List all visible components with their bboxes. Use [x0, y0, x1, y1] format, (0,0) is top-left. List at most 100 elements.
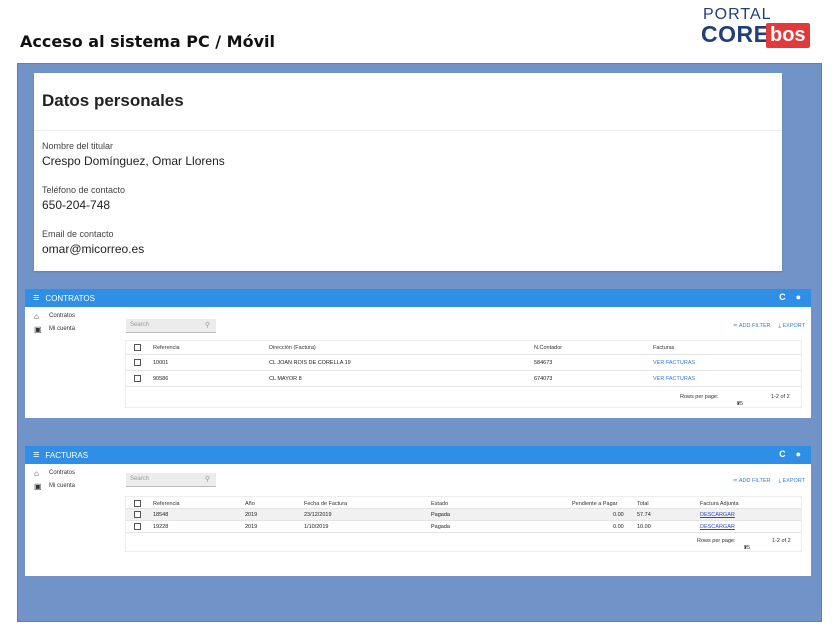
- sidebar-item-contratos[interactable]: ⌂ Contratos: [34, 311, 114, 321]
- column-header: Factura Adjunta: [700, 501, 739, 507]
- email-value: omar@micorreo.es: [42, 242, 145, 256]
- table-row[interactable]: 19228 2019 1/10/2019 Pagada 0.00 10.00 D…: [126, 521, 801, 533]
- search-icon: ⚲: [204, 476, 210, 483]
- add-filter-label: ADD FILTER: [738, 478, 771, 484]
- sidebar-item-label: Mi cuenta: [49, 483, 76, 489]
- search-input[interactable]: Search ⚲: [126, 473, 216, 487]
- export-label: EXPORT: [782, 323, 805, 329]
- column-header[interactable]: Dirección (Factura): [269, 345, 316, 351]
- contratos-table: Referencia Dirección (Factura) N.Contado…: [125, 340, 802, 408]
- cell-total: 57.74: [637, 512, 651, 518]
- sidebar-item-label: Contratos: [49, 470, 76, 476]
- menu-icon[interactable]: ≡: [33, 292, 39, 304]
- cell-estado: Pagada: [431, 512, 450, 518]
- column-header[interactable]: Estado: [431, 501, 448, 507]
- email-label: Email de contacto: [42, 229, 114, 239]
- sidebar-item-label: Mi cuenta: [49, 326, 76, 332]
- document-title: Acceso al sistema PC / Móvil: [20, 32, 275, 51]
- table-row[interactable]: 10001 CL JOAN ROIS DE CORELLA 19 584673 …: [126, 355, 801, 371]
- bank-icon: ⌂: [34, 311, 39, 321]
- row-checkbox[interactable]: [134, 511, 141, 518]
- cell-anio: 2019: [245, 524, 258, 530]
- select-all-checkbox[interactable]: [134, 344, 141, 351]
- contratos-appbar: ≡ CONTRATOS C ●: [25, 289, 811, 307]
- cell-fecha: 1/10/2019: [304, 524, 329, 530]
- cell-fecha: 23/12/2019: [304, 512, 332, 518]
- logo-bos-text: bos: [766, 23, 810, 48]
- facturas-table: Referencia Año Fecha de Factura Estado P…: [125, 496, 802, 552]
- descargar-link[interactable]: DESCARGAR: [700, 512, 735, 518]
- sidebar-item-contratos[interactable]: ⌂ Contratos: [34, 468, 114, 478]
- export-label: EXPORT: [782, 478, 805, 484]
- ver-facturas-link[interactable]: VER FACTURAS: [653, 360, 695, 366]
- phone-label: Teléfono de contacto: [42, 185, 126, 195]
- export-button[interactable]: ⤓ EXPORT: [779, 478, 805, 485]
- add-filter-button[interactable]: ≂ ADD FILTER: [733, 478, 771, 485]
- pagination: Rows per page: 25 ▾ 1-2 of 2: [126, 387, 801, 407]
- cell-referencia: 18548: [153, 512, 169, 518]
- cell-total: 10.00: [637, 524, 651, 530]
- table-row[interactable]: 90586 CL MAYOR 8 674073 VER FACTURAS: [126, 371, 801, 387]
- cell-pendiente: 0.00: [613, 512, 624, 518]
- table-header-row: Referencia Dirección (Factura) N.Contado…: [126, 341, 801, 355]
- refresh-icon[interactable]: C: [779, 292, 786, 302]
- page-range: 1-2 of 2: [772, 538, 791, 544]
- column-header[interactable]: Total: [637, 501, 649, 507]
- bank-icon: ⌂: [34, 468, 39, 478]
- facturas-panel: ≡ FACTURAS C ● ⌂ Contratos ▣ Mi cuenta Sea…: [25, 446, 811, 576]
- export-button[interactable]: ⤓ EXPORT: [779, 323, 805, 330]
- cell-estado: Pagada: [431, 524, 450, 530]
- cell-referencia: 19228: [153, 524, 169, 530]
- pagination: Rows per page: 25 ▾ 1-2 of 2: [126, 533, 801, 551]
- column-header[interactable]: N.Contador: [534, 345, 562, 351]
- cell-pendiente: 0.00: [613, 524, 624, 530]
- facturas-title: FACTURAS: [45, 450, 89, 460]
- contratos-sidenav: ⌂ Contratos ▣ Mi cuenta: [34, 311, 114, 337]
- personal-data-title: Datos personales: [34, 73, 782, 131]
- cell-anio: 2019: [245, 512, 258, 518]
- ver-facturas-link[interactable]: VER FACTURAS: [653, 376, 695, 382]
- descargar-link[interactable]: DESCARGAR: [700, 524, 735, 530]
- chevron-down-icon: ▾: [744, 545, 747, 551]
- holder-name-label: Nombre del titular: [42, 141, 114, 151]
- cell-direccion: CL MAYOR 8: [269, 376, 302, 382]
- cell-referencia: 90586: [153, 376, 169, 382]
- column-header[interactable]: Referencia: [153, 345, 180, 351]
- column-header[interactable]: Pendiente a Pagar: [572, 501, 618, 507]
- facturas-appbar: ≡ FACTURAS C ●: [25, 446, 811, 464]
- row-checkbox[interactable]: [134, 359, 141, 366]
- menu-icon[interactable]: ≡: [33, 449, 39, 461]
- search-placeholder: Search: [130, 322, 150, 328]
- cell-contador: 674073: [534, 376, 553, 382]
- table-row[interactable]: 18548 2019 23/12/2019 Pagada 0.00 57.74 …: [126, 509, 801, 521]
- page-range: 1-2 of 2: [771, 394, 790, 400]
- column-header[interactable]: Fecha de Factura: [304, 501, 347, 507]
- select-all-checkbox[interactable]: [134, 500, 141, 507]
- phone-value: 650-204-748: [42, 198, 111, 212]
- account-circle-icon[interactable]: ●: [796, 449, 801, 459]
- search-placeholder: Search: [130, 476, 150, 482]
- column-header: Facturas: [653, 345, 675, 351]
- person-icon: ▣: [34, 324, 42, 334]
- add-filter-label: ADD FILTER: [738, 323, 771, 329]
- table-header-row: Referencia Año Fecha de Factura Estado P…: [126, 497, 801, 509]
- account-circle-icon[interactable]: ●: [796, 292, 801, 302]
- personal-data-card: Datos personales Nombre del titular Cres…: [34, 73, 782, 271]
- contratos-panel: ≡ CONTRATOS C ● ⌂ Contratos ▣ Mi cuenta Se…: [25, 289, 811, 418]
- row-checkbox[interactable]: [134, 523, 141, 530]
- portal-corebos-logo: PORTAL CORE bos: [693, 6, 821, 48]
- sidebar-item-mi-cuenta[interactable]: ▣ Mi cuenta: [34, 324, 114, 334]
- cell-direccion: CL JOAN ROIS DE CORELLA 19: [269, 360, 351, 366]
- logo-core-text: CORE: [701, 21, 770, 47]
- column-header[interactable]: Referencia: [153, 501, 180, 507]
- row-checkbox[interactable]: [134, 375, 141, 382]
- contratos-title: CONTRATOS: [45, 293, 95, 303]
- refresh-icon[interactable]: C: [779, 449, 786, 459]
- holder-name-value: Crespo Domínguez, Omar Llorens: [42, 154, 225, 168]
- search-input[interactable]: Search ⚲: [126, 319, 216, 333]
- cell-contador: 584673: [534, 360, 553, 366]
- add-filter-button[interactable]: ≂ ADD FILTER: [733, 323, 771, 330]
- sidebar-item-mi-cuenta[interactable]: ▣ Mi cuenta: [34, 481, 114, 491]
- column-header[interactable]: Año: [245, 501, 255, 507]
- cell-referencia: 10001: [153, 360, 169, 366]
